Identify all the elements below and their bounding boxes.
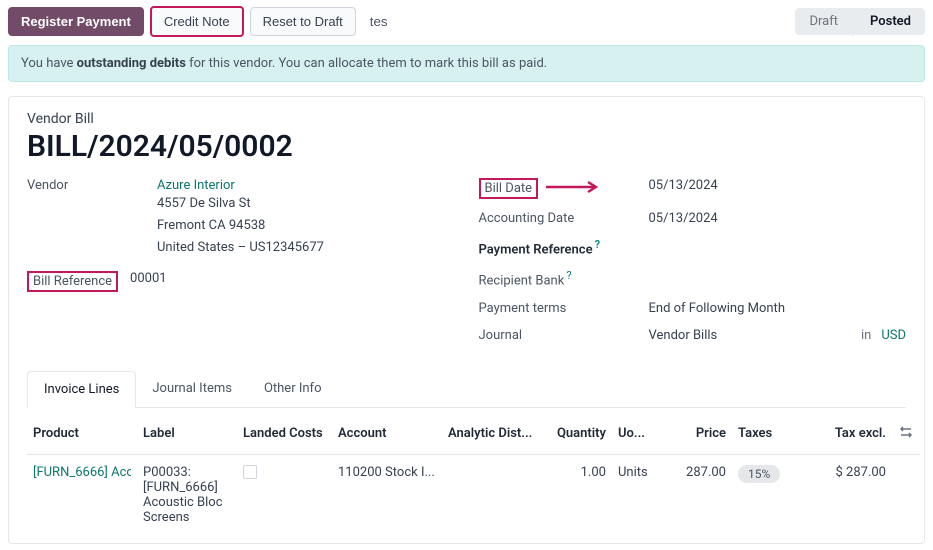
journal-value: Vendor Bills xyxy=(649,328,718,343)
journal-in-text: in xyxy=(861,328,871,343)
payment-terms-label: Payment terms xyxy=(479,301,649,316)
register-payment-button[interactable]: Register Payment xyxy=(8,7,144,36)
bill-date-value: 05/13/2024 xyxy=(649,178,907,193)
tab-invoice-lines[interactable]: Invoice Lines xyxy=(27,371,136,408)
help-icon[interactable]: ? xyxy=(566,269,571,282)
alert-prefix: You have xyxy=(21,56,77,71)
journal-currency[interactable]: USD xyxy=(881,328,906,343)
doc-type-label: Vendor Bill xyxy=(27,111,906,127)
cell-landed[interactable] xyxy=(237,454,332,535)
vendor-address: 4557 De Silva St Fremont CA 94538 United… xyxy=(157,193,455,259)
payment-terms-value[interactable]: End of Following Month xyxy=(649,301,907,316)
addr-line1: 4557 De Silva St xyxy=(157,193,455,215)
landed-checkbox[interactable] xyxy=(243,465,257,479)
columns-settings-icon[interactable] xyxy=(898,424,914,440)
payment-reference-label: Payment Reference xyxy=(479,242,593,257)
tax-tag: 15% xyxy=(738,465,780,483)
vendor-label: Vendor xyxy=(27,178,157,193)
cell-product[interactable]: [FURN_6666] Aco xyxy=(33,465,131,480)
status-draft[interactable]: Draft xyxy=(795,8,852,35)
vendor-link[interactable]: Azure Interior xyxy=(157,178,455,193)
cell-taxes: 15% xyxy=(732,454,802,535)
alert-bold: outstanding debits xyxy=(77,56,186,71)
bill-reference-value: 00001 xyxy=(130,271,454,286)
accounting-date-value: 05/13/2024 xyxy=(649,211,907,226)
addr-line3: United States – US12345677 xyxy=(157,237,455,259)
bill-date-label: Bill Date xyxy=(479,178,539,199)
cell-uom: Units xyxy=(612,454,662,535)
status-bar: Draft Posted xyxy=(795,8,925,35)
tes-button[interactable]: tes xyxy=(362,8,396,35)
outstanding-debits-alert[interactable]: You have outstanding debits for this ven… xyxy=(8,45,925,82)
table-row[interactable]: [FURN_6666] Aco P00033: [FURN_6666] Acou… xyxy=(27,454,920,535)
cell-price: 287.00 xyxy=(662,454,732,535)
journal-label: Journal xyxy=(479,328,649,343)
th-tax-excl[interactable]: Tax excl. xyxy=(802,414,892,455)
th-price[interactable]: Price xyxy=(662,414,732,455)
reset-to-draft-button[interactable]: Reset to Draft xyxy=(250,7,356,36)
th-product[interactable]: Product xyxy=(27,414,137,455)
th-taxes[interactable]: Taxes xyxy=(732,414,802,455)
th-uom[interactable]: Uo... xyxy=(612,414,662,455)
th-landed-costs[interactable]: Landed Costs xyxy=(237,414,332,455)
bill-reference-label: Bill Reference xyxy=(27,271,118,292)
recipient-bank-label: Recipient Bank xyxy=(479,274,565,289)
addr-line2: Fremont CA 94538 xyxy=(157,215,455,237)
doc-name: BILL/2024/05/0002 xyxy=(27,129,906,164)
cell-quantity: 1.00 xyxy=(542,454,612,535)
credit-note-button[interactable]: Credit Note xyxy=(150,6,244,37)
cell-label: P00033: [FURN_6666] Acoustic Bloc Screen… xyxy=(137,454,237,535)
accounting-date-label: Accounting Date xyxy=(479,211,649,226)
cell-account: 110200 Stock I... xyxy=(332,454,442,535)
help-icon[interactable]: ? xyxy=(595,238,600,251)
cell-tax-excl: $ 287.00 xyxy=(802,454,892,535)
th-settings[interactable] xyxy=(892,414,920,455)
alert-suffix: for this vendor. You can allocate them t… xyxy=(186,56,547,71)
th-account[interactable]: Account xyxy=(332,414,442,455)
arrow-icon xyxy=(544,180,604,198)
th-quantity[interactable]: Quantity xyxy=(542,414,612,455)
th-analytic[interactable]: Analytic Dist... xyxy=(442,414,542,455)
cell-analytic xyxy=(442,454,542,535)
tab-journal-items[interactable]: Journal Items xyxy=(136,371,248,407)
status-posted[interactable]: Posted xyxy=(852,8,925,35)
th-label[interactable]: Label xyxy=(137,414,237,455)
tab-other-info[interactable]: Other Info xyxy=(248,371,338,407)
